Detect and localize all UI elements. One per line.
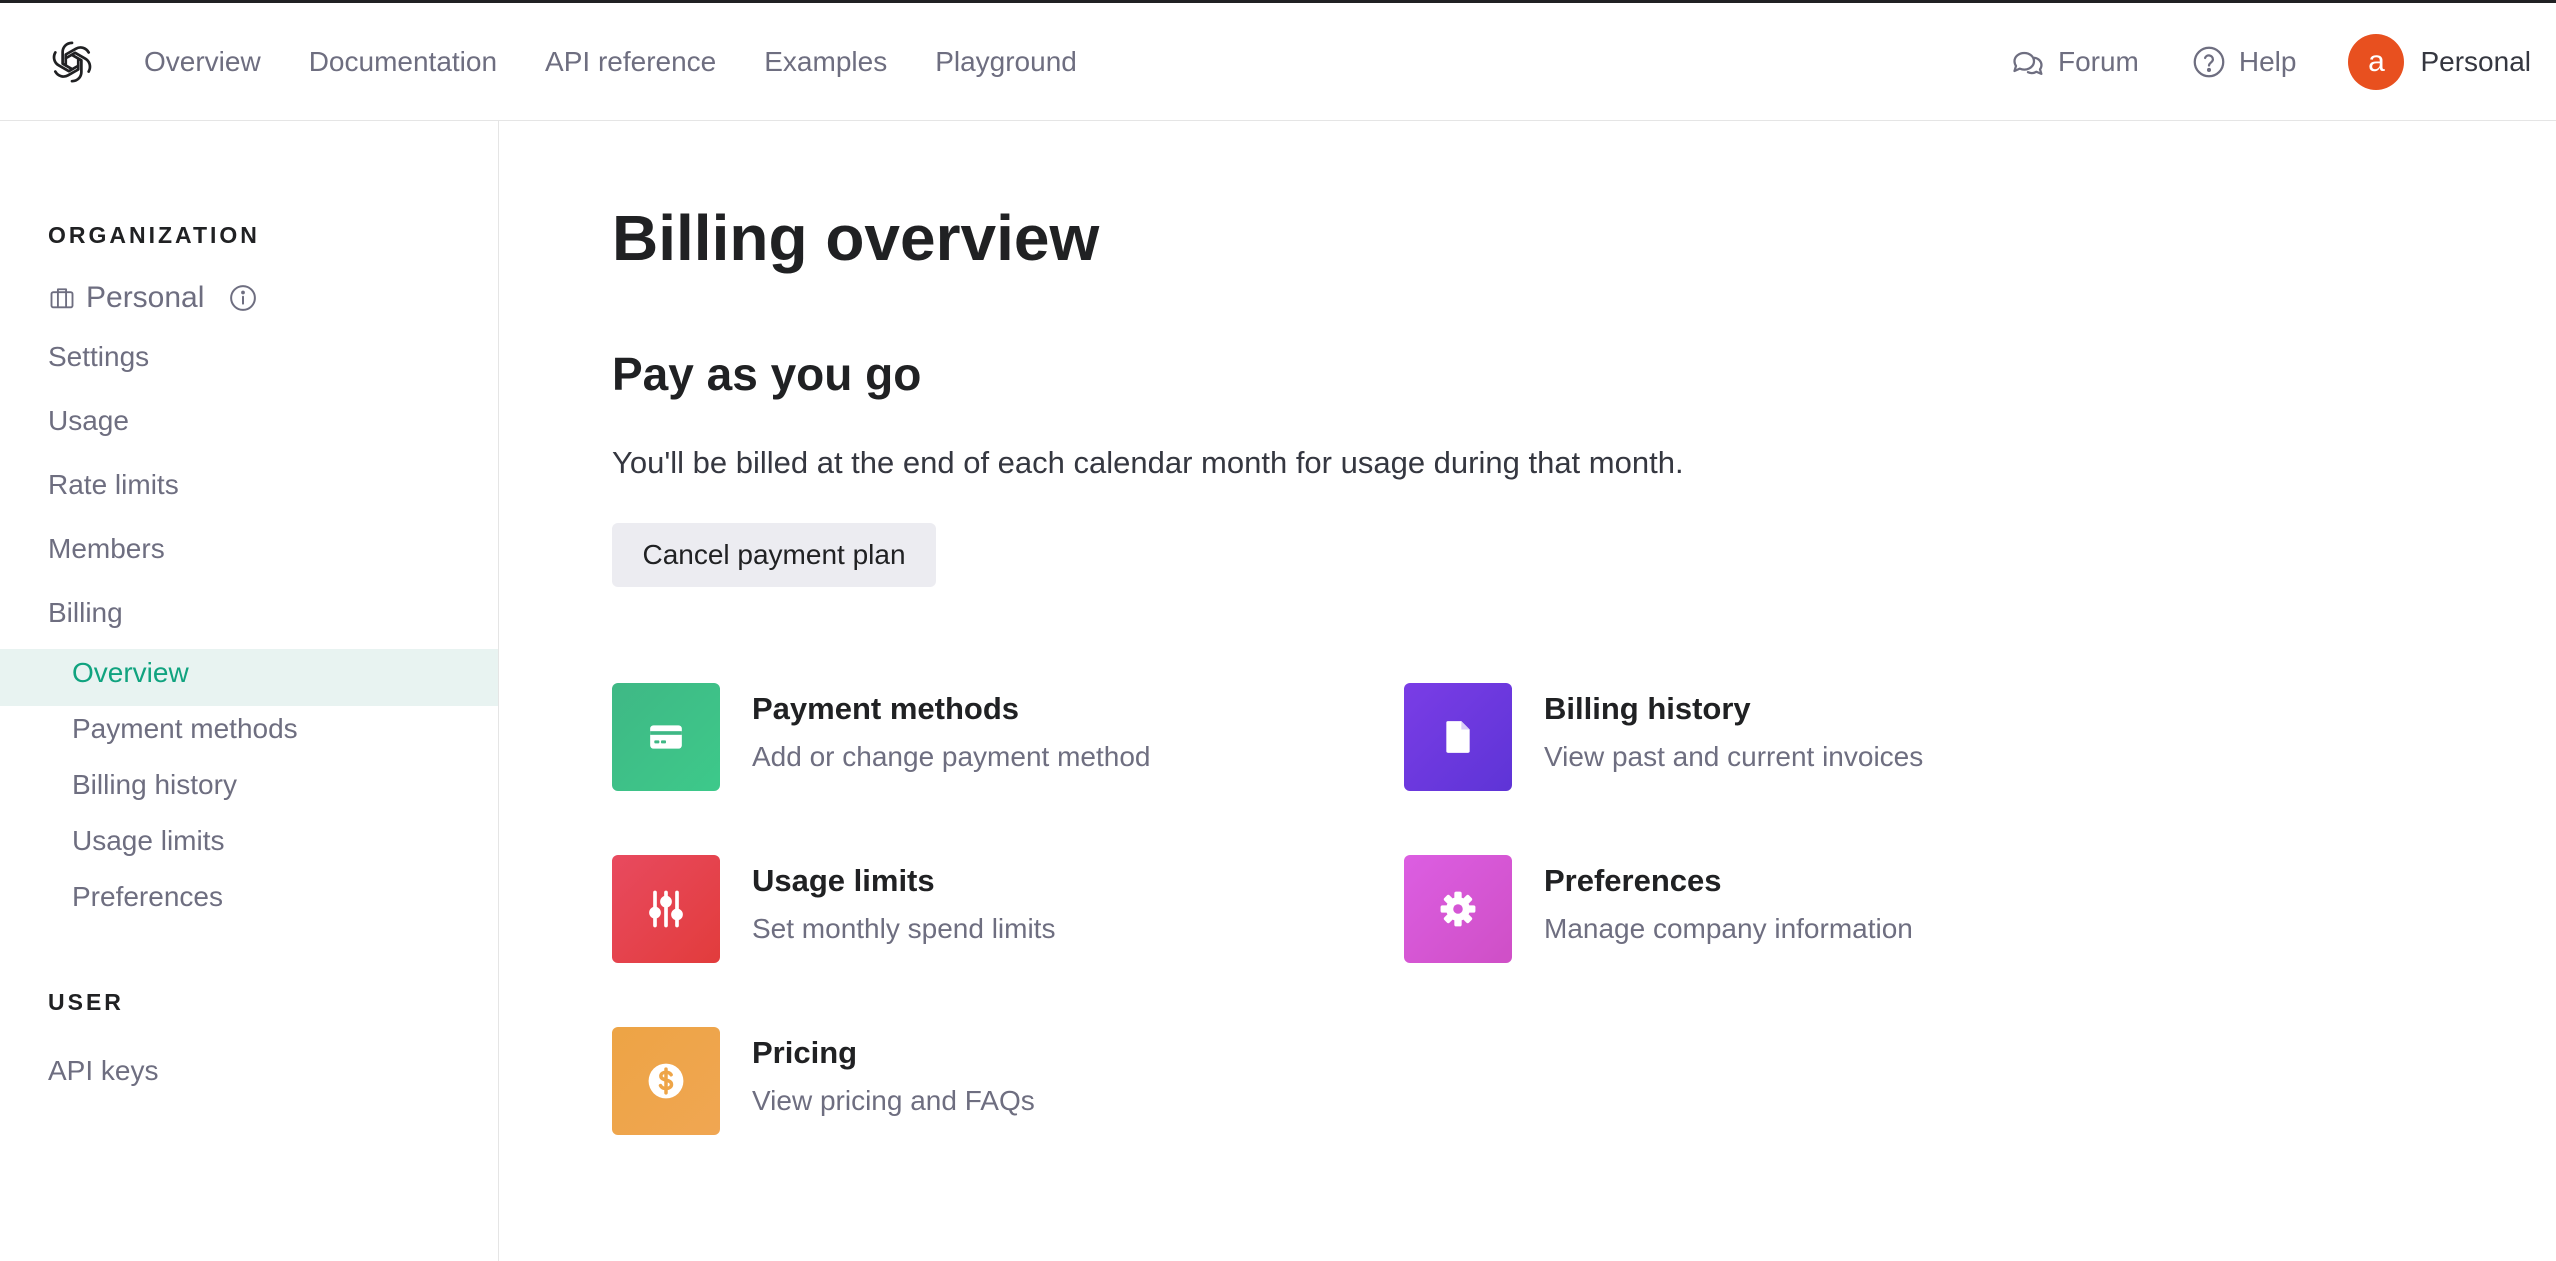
usage-limits-tile [612, 855, 720, 963]
card-subtitle: View pricing and FAQs [752, 1085, 1035, 1116]
nav-overview[interactable]: Overview [144, 46, 261, 78]
card-billing-history[interactable]: Billing history View past and current in… [1404, 683, 2104, 791]
card-subtitle: Set monthly spend limits [752, 913, 1056, 944]
sidebar-item-members[interactable]: Members [48, 533, 165, 565]
top-nav-bar: Overview Documentation API reference Exa… [0, 3, 2556, 121]
page-title: Billing overview [612, 202, 1100, 274]
main-nav: Overview Documentation API reference Exa… [144, 3, 1125, 121]
card-title: Pricing [752, 1035, 858, 1070]
sliders-icon [649, 890, 683, 928]
card-subtitle: Add or change payment method [752, 741, 1151, 772]
openai-logo-icon[interactable] [47, 37, 97, 87]
account-name[interactable]: Personal [2420, 46, 2531, 78]
card-subtitle: View past and current invoices [1544, 741, 1924, 772]
avatar[interactable]: a [2348, 34, 2405, 90]
credit-card-icon [650, 725, 682, 749]
sidebar: ORGANIZATION Personal Settings Usage Rat… [0, 121, 499, 1261]
sidebar-subitem-billing-history[interactable]: Billing history [72, 769, 237, 801]
card-usage-limits[interactable]: Usage limits Set monthly spend limits [612, 855, 1312, 963]
card-payment-methods[interactable]: Payment methods Add or change payment me… [612, 683, 1312, 791]
card-pricing[interactable]: Pricing View pricing and FAQs [612, 1027, 1312, 1135]
info-icon[interactable] [228, 283, 258, 313]
forum-link[interactable]: Forum [2010, 44, 2139, 80]
plan-description: You'll be billed at the end of each cale… [612, 445, 1684, 480]
forum-label: Forum [2057, 46, 2139, 77]
nav-playground[interactable]: Playground [935, 46, 1077, 78]
header-right: Forum Help a Personal [2010, 3, 2531, 121]
plan-title: Pay as you go [612, 348, 922, 400]
user-heading: USER [48, 989, 124, 1015]
dollar-icon [648, 1063, 684, 1099]
help-label: Help [2238, 46, 2297, 77]
sidebar-subitem-usage-limits[interactable]: Usage limits [72, 825, 224, 857]
help-link[interactable]: Help [2191, 44, 2297, 80]
organization-heading: ORGANIZATION [48, 222, 260, 248]
sidebar-item-api-keys[interactable]: API keys [48, 1055, 158, 1087]
sidebar-subitem-preferences[interactable]: Preferences [72, 881, 223, 913]
pricing-tile [612, 1027, 720, 1135]
sidebar-subitem-payment-methods[interactable]: Payment methods [72, 713, 298, 745]
card-title: Billing history [1544, 691, 1751, 726]
org-name: Personal [86, 281, 205, 314]
gear-icon [1440, 891, 1476, 927]
preferences-tile [1404, 855, 1512, 963]
nav-api-reference[interactable]: API reference [545, 46, 716, 78]
main-content: Billing overview Pay as you go You'll be… [612, 121, 2512, 1261]
sidebar-item-settings[interactable]: Settings [48, 341, 149, 373]
help-circle-icon [2193, 46, 2225, 78]
card-title: Payment methods [752, 691, 1020, 726]
document-icon [1446, 721, 1470, 753]
card-subtitle: Manage company information [1544, 913, 1913, 944]
card-preferences[interactable]: Preferences Manage company information [1404, 855, 2104, 963]
card-title: Usage limits [752, 863, 935, 898]
cancel-payment-plan-button[interactable]: Cancel payment plan [612, 523, 936, 587]
sidebar-subitem-overview[interactable]: Overview [72, 657, 189, 689]
card-title: Preferences [1544, 863, 1722, 898]
org-selector[interactable]: Personal [48, 281, 258, 315]
sidebar-item-billing[interactable]: Billing [48, 597, 123, 629]
sidebar-item-usage[interactable]: Usage [48, 405, 129, 437]
billing-history-tile [1404, 683, 1512, 791]
payment-methods-tile [612, 683, 720, 791]
nav-documentation[interactable]: Documentation [309, 46, 497, 78]
sidebar-item-rate-limits[interactable]: Rate limits [48, 469, 179, 501]
nav-examples[interactable]: Examples [764, 46, 887, 78]
briefcase-icon [50, 288, 74, 309]
chat-bubbles-icon [2013, 51, 2043, 75]
